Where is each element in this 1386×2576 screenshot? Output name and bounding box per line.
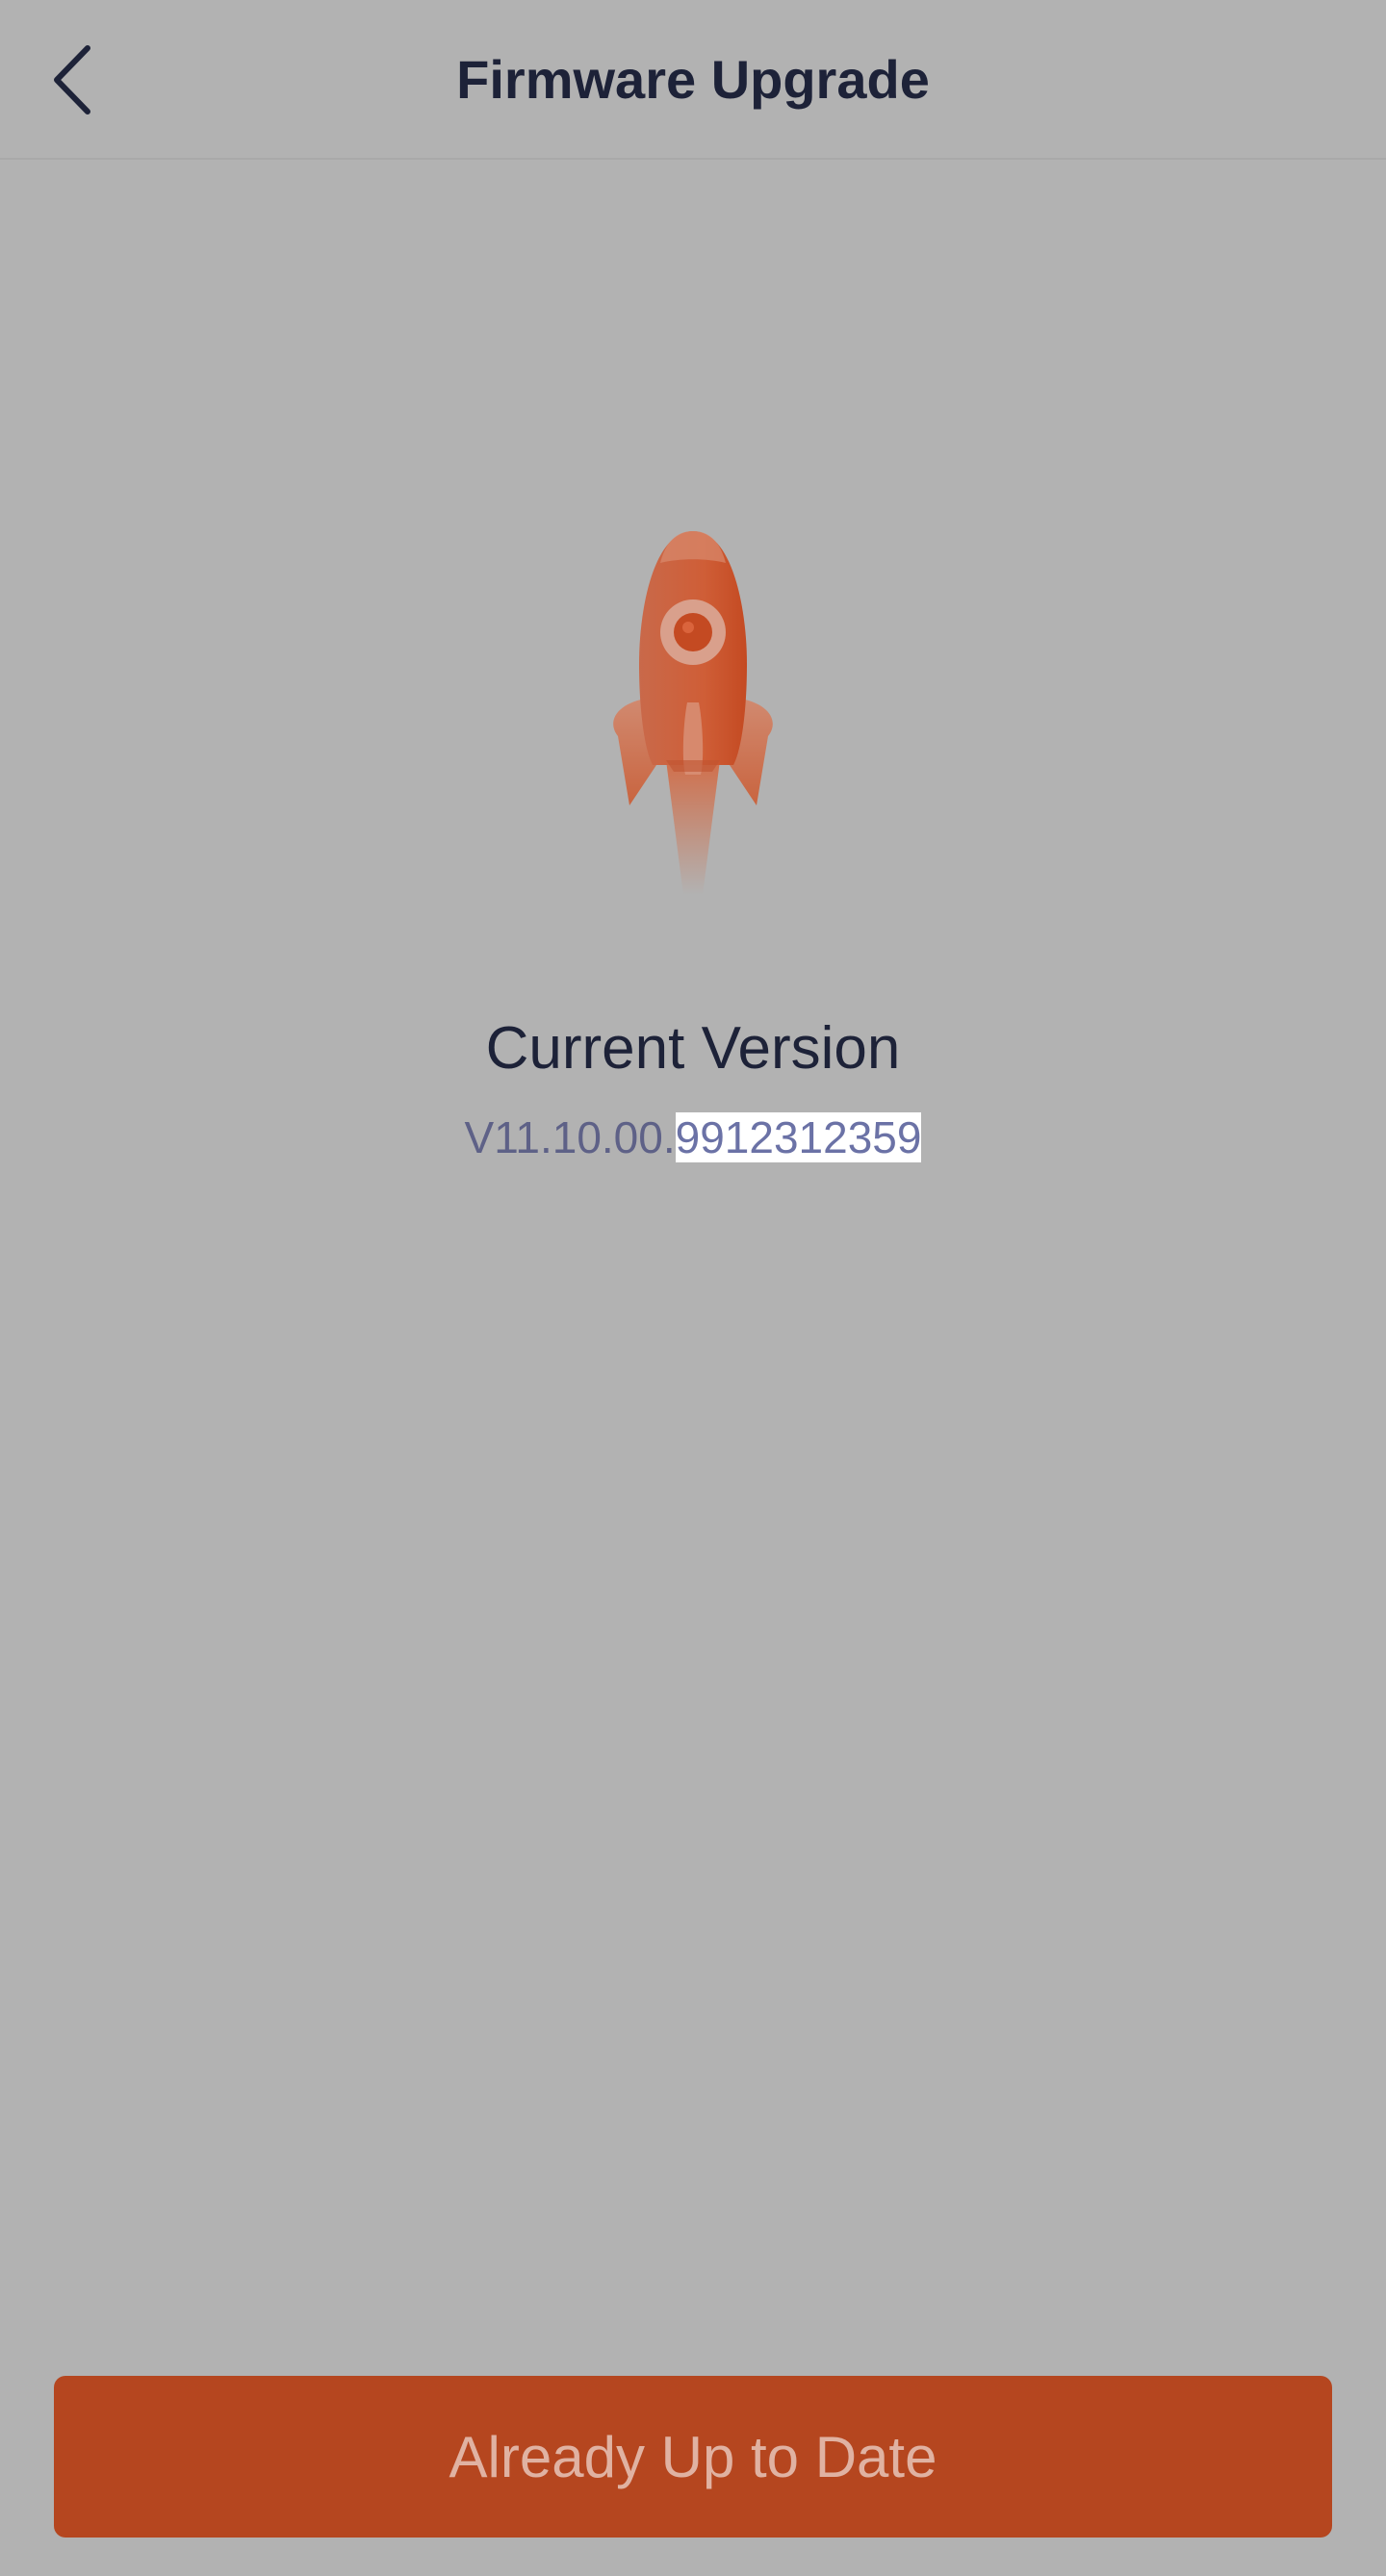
page-title: Firmware Upgrade — [456, 49, 930, 110]
rocket-icon — [613, 531, 773, 895]
version-selected-text[interactable]: 9912312359 — [675, 1112, 922, 1162]
already-up-to-date-button[interactable]: Already Up to Date — [54, 2376, 1332, 2538]
current-version-label: Current Version — [485, 1015, 901, 1082]
app-header: Firmware Upgrade — [0, 0, 1386, 160]
version-prefix: V11.10.00. — [464, 1112, 676, 1162]
current-version-value: V11.10.00.9912312359 — [0, 1109, 1386, 1166]
